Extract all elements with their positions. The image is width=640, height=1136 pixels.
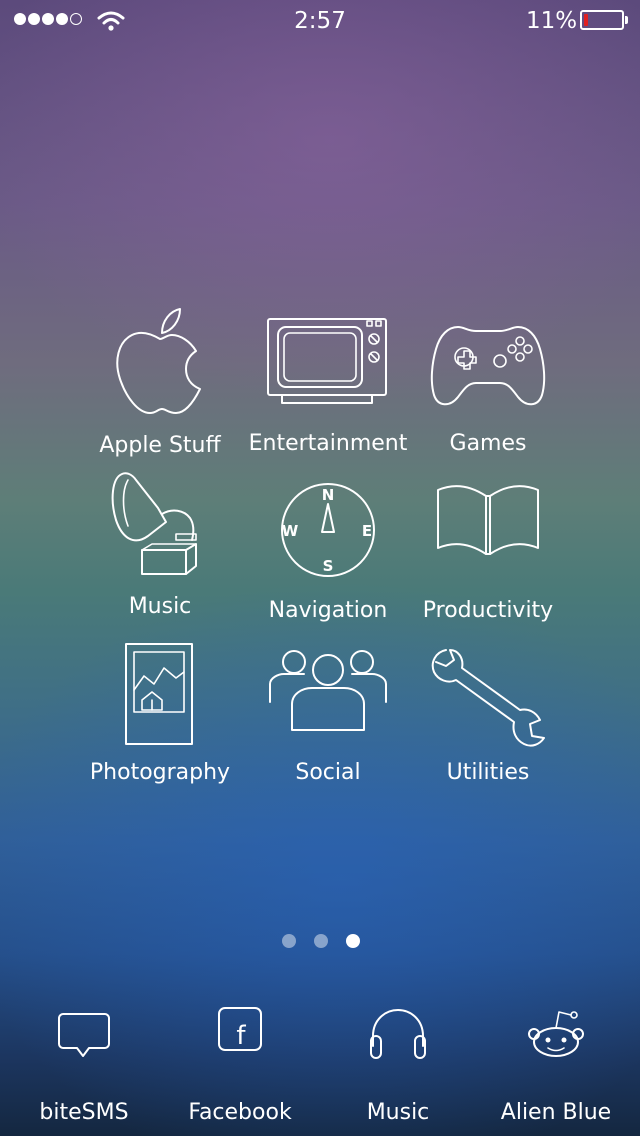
folder-productivity[interactable]: Productivity bbox=[398, 480, 578, 650]
folder-photography[interactable]: Photography bbox=[70, 642, 250, 812]
folder-label: Utilities bbox=[446, 760, 530, 785]
photo-frame-icon bbox=[125, 643, 193, 745]
compass-icon: N S E W bbox=[281, 483, 375, 577]
signal-dot bbox=[42, 13, 54, 25]
folder-label: Productivity bbox=[422, 598, 554, 623]
folder-label: Games bbox=[449, 431, 527, 456]
signal-dot bbox=[70, 13, 82, 25]
dock-app-facebook[interactable]: f Facebook bbox=[160, 1000, 320, 1136]
battery-tip bbox=[625, 16, 628, 24]
folder-navigation[interactable]: N S E W Navigation bbox=[238, 482, 418, 652]
compass-west-label: W bbox=[282, 522, 299, 540]
signal-dot bbox=[28, 13, 40, 25]
game-controller-icon bbox=[430, 326, 546, 406]
folder-social[interactable]: Social bbox=[238, 648, 418, 818]
compass-east-label: E bbox=[362, 522, 372, 540]
cellular-signal-indicator bbox=[14, 13, 84, 27]
signal-dot bbox=[14, 13, 26, 25]
book-icon bbox=[437, 485, 539, 555]
people-icon bbox=[269, 650, 387, 731]
facebook-glyph: f bbox=[236, 1021, 246, 1051]
battery-icon bbox=[580, 10, 624, 30]
page-dot[interactable] bbox=[282, 934, 296, 948]
compass-north-label: N bbox=[322, 486, 335, 504]
status-time: 2:57 bbox=[294, 8, 346, 34]
page-indicator[interactable] bbox=[276, 934, 366, 950]
battery-level-fill bbox=[584, 14, 588, 26]
folder-games[interactable]: Games bbox=[398, 305, 578, 475]
message-bubble-icon bbox=[58, 1013, 110, 1057]
facebook-icon: f bbox=[218, 1007, 262, 1051]
signal-dot bbox=[56, 13, 68, 25]
status-bar: 2:57 11% bbox=[0, 0, 640, 40]
gramophone-icon bbox=[111, 472, 197, 575]
headphones-icon bbox=[370, 1009, 426, 1059]
folder-music[interactable]: Music bbox=[70, 470, 250, 640]
tv-icon bbox=[267, 318, 387, 404]
reddit-alien-icon bbox=[528, 1011, 584, 1057]
dock-app-label: Facebook bbox=[188, 1100, 292, 1125]
wifi-icon bbox=[97, 11, 125, 31]
dock-app-bitesms[interactable]: biteSMS bbox=[4, 1000, 164, 1136]
compass-south-label: S bbox=[323, 557, 334, 575]
dock-app-label: Music bbox=[366, 1100, 430, 1125]
folder-utilities[interactable]: Utilities bbox=[398, 648, 578, 818]
page-dot[interactable] bbox=[346, 934, 360, 948]
dock-app-label: biteSMS bbox=[39, 1100, 129, 1125]
battery-percentage: 11% bbox=[526, 8, 578, 34]
wrench-icon bbox=[431, 649, 545, 747]
page-dot[interactable] bbox=[314, 934, 328, 948]
apple-icon bbox=[116, 308, 201, 414]
dock-app-label: Alien Blue bbox=[500, 1100, 612, 1125]
dock-app-alien-blue[interactable]: Alien Blue bbox=[476, 1000, 636, 1136]
folder-apple-stuff[interactable]: Apple Stuff bbox=[70, 305, 250, 475]
dock-app-music[interactable]: Music bbox=[318, 1000, 478, 1136]
